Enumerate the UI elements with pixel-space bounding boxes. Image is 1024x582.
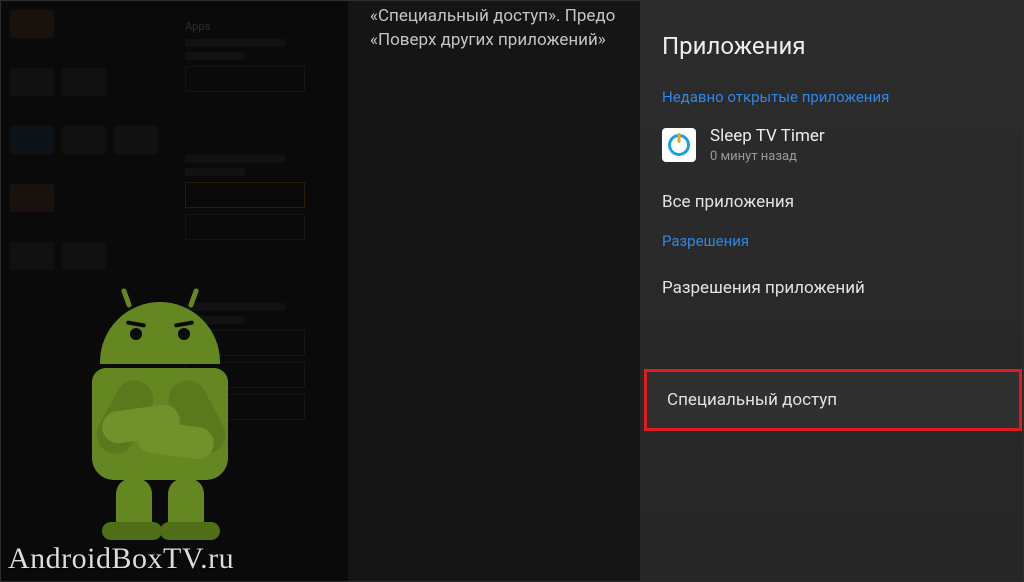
mid-text-line2: «Поверх других приложений» [370, 28, 640, 52]
power-icon [668, 134, 690, 156]
mid-overlay-text: «Специальный доступ». Предо «Поверх друг… [370, 4, 640, 52]
apps-settings-panel: Приложения Недавно открытые приложения S… [640, 0, 1024, 582]
watermark-text: AndroidBoxTV.ru [8, 542, 234, 576]
section-permissions: Разрешения [662, 232, 1002, 250]
app-permissions-row[interactable]: Разрешения приложений [662, 264, 1002, 312]
recent-app-subtitle: 0 минут назад [710, 149, 825, 164]
android-mascot-image [40, 290, 270, 540]
special-access-label: Специальный доступ [667, 390, 837, 410]
section-recent-apps: Недавно открытые приложения [662, 88, 1002, 106]
recent-app-name: Sleep TV Timer [710, 126, 825, 146]
mid-text-line1: «Специальный доступ». Предо [370, 4, 640, 28]
all-apps-row[interactable]: Все приложения [662, 178, 1002, 226]
sleep-tv-timer-icon [662, 128, 696, 162]
special-access-row[interactable]: Специальный доступ [644, 369, 1022, 431]
mid-dark-panel [348, 0, 640, 582]
recent-app-row[interactable]: Sleep TV Timer 0 минут назад [662, 120, 1002, 178]
panel-title: Приложения [662, 32, 1002, 60]
bg-header-apps: Apps [185, 20, 325, 33]
